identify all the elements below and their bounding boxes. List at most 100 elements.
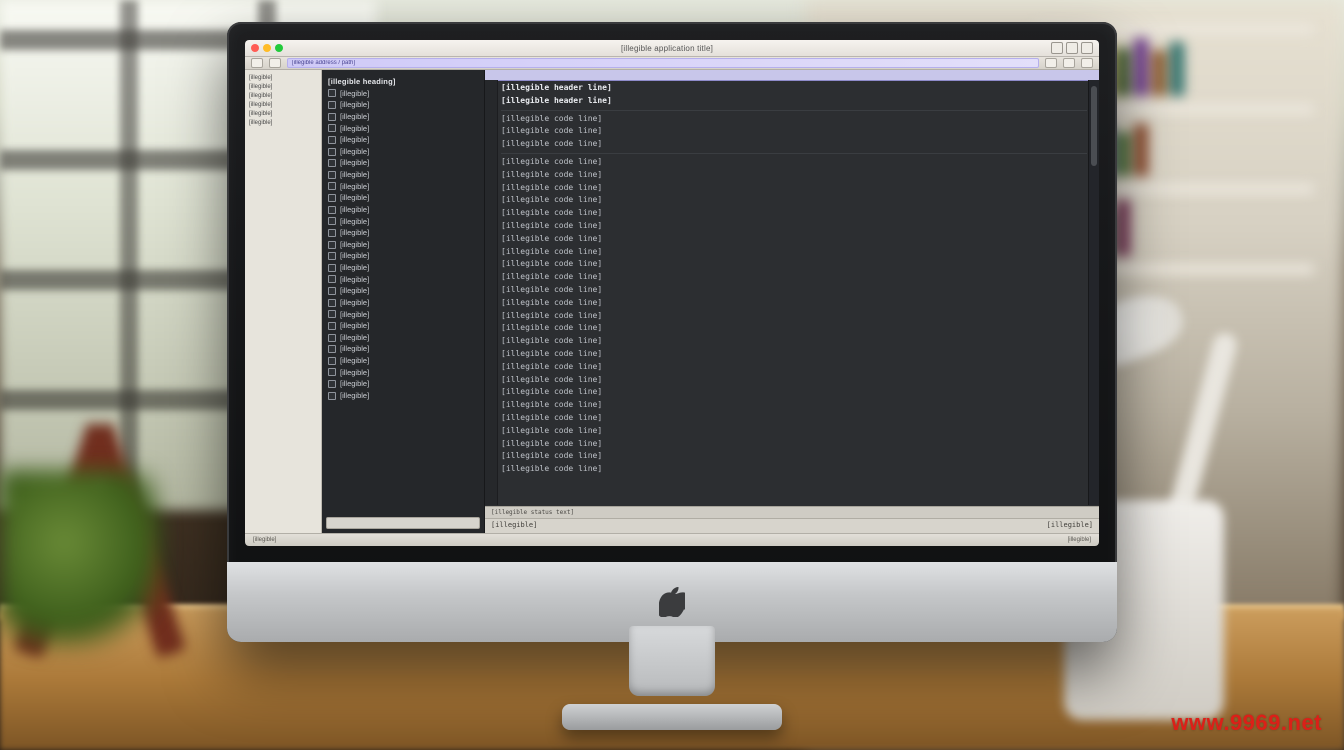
window-controls[interactable]: [251, 44, 283, 52]
address-input[interactable]: [287, 58, 1039, 68]
file-panel-item[interactable]: [illegible]: [328, 355, 478, 367]
window-titlebar[interactable]: [illegible application title]: [245, 40, 1099, 57]
code-line[interactable]: [illegible code line]: [501, 322, 1087, 335]
code-line[interactable]: [illegible code line]: [501, 361, 1087, 374]
code-line[interactable]: [illegible code line]: [501, 297, 1087, 310]
file-panel-item[interactable]: [illegible]: [328, 274, 478, 286]
vertical-scrollbar[interactable]: [1088, 80, 1099, 505]
sidebar-item[interactable]: [illegible]: [249, 119, 317, 128]
monitor-stand: [562, 630, 782, 730]
code-line[interactable]: [illegible code line]: [501, 233, 1087, 246]
file-panel-heading: [illegible heading]: [328, 76, 478, 88]
file-panel-item[interactable]: [illegible]: [328, 99, 478, 111]
code-line[interactable]: [illegible code line]: [501, 310, 1087, 323]
code-line[interactable]: [illegible code line]: [501, 348, 1087, 361]
background-plant: [0, 470, 160, 650]
code-line[interactable]: [illegible code line]: [501, 156, 1087, 169]
code-line[interactable]: [illegible code line]: [501, 450, 1087, 463]
sidebar-item[interactable]: [illegible]: [249, 74, 317, 83]
editor-content[interactable]: [illegible header line] [illegible heade…: [501, 82, 1087, 505]
screen: [illegible application title]: [245, 40, 1099, 546]
code-line[interactable]: [illegible code line]: [501, 169, 1087, 182]
editor-separator: [501, 153, 1087, 154]
sidebar-narrow[interactable]: [illegible] [illegible] [illegible] [ill…: [245, 70, 322, 533]
code-line[interactable]: [illegible code line]: [501, 399, 1087, 412]
file-panel-item[interactable]: [illegible]: [328, 123, 478, 135]
file-panel-item[interactable]: [illegible]: [328, 88, 478, 100]
file-panel-item[interactable]: [illegible]: [328, 204, 478, 216]
sidebar-item[interactable]: [illegible]: [249, 110, 317, 119]
status-text: [illegible status text]: [491, 508, 574, 518]
sidebar-item[interactable]: [illegible]: [249, 92, 317, 101]
nav-back-button[interactable]: [251, 58, 263, 68]
code-line[interactable]: [illegible code line]: [501, 220, 1087, 233]
file-panel-item[interactable]: [illegible]: [328, 169, 478, 181]
window-button[interactable]: [1081, 42, 1093, 54]
code-line[interactable]: [illegible code line]: [501, 438, 1087, 451]
code-line[interactable]: [illegible code line]: [501, 182, 1087, 195]
file-panel-item[interactable]: [illegible]: [328, 227, 478, 239]
window-button[interactable]: [1051, 42, 1063, 54]
file-panel-item[interactable]: [illegible]: [328, 378, 478, 390]
code-line[interactable]: [illegible code line]: [501, 258, 1087, 271]
window-right-buttons[interactable]: [1051, 42, 1093, 54]
sidebar-item[interactable]: [illegible]: [249, 83, 317, 92]
toolbar[interactable]: [245, 57, 1099, 70]
close-icon[interactable]: [251, 44, 259, 52]
taskbar-right: [illegible]: [1068, 537, 1091, 543]
editor-header-line: [illegible header line]: [501, 82, 1087, 95]
file-panel-item[interactable]: [illegible]: [328, 297, 478, 309]
watermark-text: www.9969.net: [1171, 710, 1322, 736]
imac-monitor: [illegible application title]: [227, 22, 1117, 642]
file-panel-item[interactable]: [illegible]: [328, 285, 478, 297]
file-panel-search[interactable]: [326, 517, 480, 529]
editor-gutter: [485, 80, 498, 505]
file-panel-item[interactable]: [illegible]: [328, 320, 478, 332]
status-right: [illegible]: [1047, 520, 1093, 531]
file-panel-item[interactable]: [illegible]: [328, 134, 478, 146]
file-panel-item[interactable]: [illegible]: [328, 390, 478, 402]
code-line[interactable]: [illegible code line]: [501, 271, 1087, 284]
code-line[interactable]: [illegible code line]: [501, 335, 1087, 348]
toolbar-button[interactable]: [1063, 58, 1075, 68]
code-line[interactable]: [illegible code line]: [501, 246, 1087, 259]
file-panel-item[interactable]: [illegible]: [328, 181, 478, 193]
code-line[interactable]: [illegible code line]: [501, 374, 1087, 387]
file-panel-item[interactable]: [illegible]: [328, 157, 478, 169]
status-left: [illegible]: [491, 520, 537, 531]
sidebar-item[interactable]: [illegible]: [249, 101, 317, 110]
file-panel-item[interactable]: [illegible]: [328, 262, 478, 274]
code-line[interactable]: [illegible code line]: [501, 386, 1087, 399]
nav-forward-button[interactable]: [269, 58, 281, 68]
code-line[interactable]: [illegible code line]: [501, 125, 1087, 138]
file-panel[interactable]: [illegible heading] [illegible][illegibl…: [322, 70, 485, 533]
file-panel-item[interactable]: [illegible]: [328, 216, 478, 228]
minimize-icon[interactable]: [263, 44, 271, 52]
file-panel-item[interactable]: [illegible]: [328, 146, 478, 158]
code-line[interactable]: [illegible code line]: [501, 425, 1087, 438]
code-line[interactable]: [illegible code line]: [501, 463, 1087, 476]
file-panel-item[interactable]: [illegible]: [328, 309, 478, 321]
file-panel-item[interactable]: [illegible]: [328, 111, 478, 123]
code-line[interactable]: [illegible code line]: [501, 284, 1087, 297]
file-panel-item[interactable]: [illegible]: [328, 367, 478, 379]
os-taskbar[interactable]: [illegible] [illegible]: [245, 533, 1099, 546]
code-line[interactable]: [illegible code line]: [501, 113, 1087, 126]
file-panel-item[interactable]: [illegible]: [328, 250, 478, 262]
file-panel-item[interactable]: [illegible]: [328, 192, 478, 204]
maximize-icon[interactable]: [275, 44, 283, 52]
window-button[interactable]: [1066, 42, 1078, 54]
file-panel-item[interactable]: [illegible]: [328, 239, 478, 251]
file-panel-item[interactable]: [illegible]: [328, 332, 478, 344]
code-line[interactable]: [illegible code line]: [501, 138, 1087, 151]
code-line[interactable]: [illegible code line]: [501, 207, 1087, 220]
apple-logo-icon: [659, 587, 685, 617]
window-title: [illegible application title]: [287, 44, 1047, 53]
toolbar-button[interactable]: [1045, 58, 1057, 68]
code-line[interactable]: [illegible code line]: [501, 412, 1087, 425]
monitor-body: [illegible application title]: [227, 22, 1117, 642]
code-editor[interactable]: [illegible header line] [illegible heade…: [485, 70, 1099, 533]
file-panel-item[interactable]: [illegible]: [328, 343, 478, 355]
code-line[interactable]: [illegible code line]: [501, 194, 1087, 207]
toolbar-button[interactable]: [1081, 58, 1093, 68]
